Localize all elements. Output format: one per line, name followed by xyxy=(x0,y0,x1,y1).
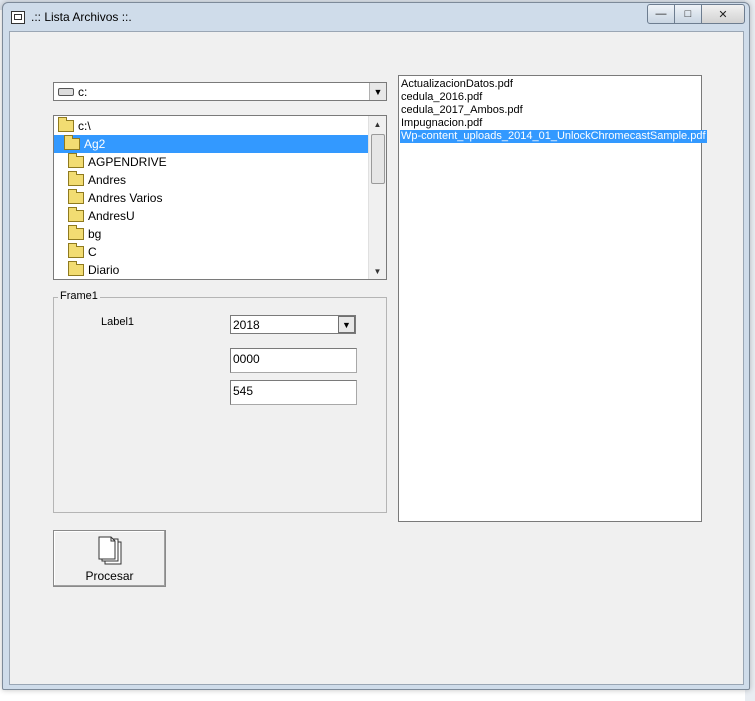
folder-icon xyxy=(68,189,84,204)
window-controls: — □ ✕ xyxy=(647,4,745,24)
folder-icon xyxy=(68,207,84,222)
dir-item-label: Ag2 xyxy=(84,137,106,151)
minimize-icon: — xyxy=(655,8,667,20)
dir-item-label: c:\ xyxy=(78,119,91,133)
drive-icon xyxy=(58,88,74,96)
file-item[interactable]: cedula_2017_Ambos.pdf xyxy=(400,104,524,117)
scroll-up-icon[interactable]: ▲ xyxy=(369,116,386,132)
dir-item-c[interactable]: C xyxy=(54,243,370,261)
drive-dropdown-button[interactable]: ▼ xyxy=(369,83,386,100)
text2-value: 545 xyxy=(233,384,254,398)
maximize-button[interactable]: □ xyxy=(674,4,702,24)
close-icon: ✕ xyxy=(718,8,728,21)
procesar-button[interactable]: Procesar xyxy=(53,530,166,587)
chevron-down-icon: ▼ xyxy=(373,86,383,97)
file-list[interactable]: ActualizacionDatos.pdf cedula_2016.pdf c… xyxy=(398,75,707,522)
app-window: .:: Lista Archivos ::. — □ ✕ c: ▼ c:\ Ag… xyxy=(2,2,750,690)
frame1-legend: Frame1 xyxy=(58,290,100,302)
procesar-button-label: Procesar xyxy=(85,569,134,583)
open-folder-icon xyxy=(58,117,74,132)
dir-item-agpendrive[interactable]: AGPENDRIVE xyxy=(54,153,370,171)
dir-item-root[interactable]: c:\ xyxy=(54,117,370,135)
maximize-icon: □ xyxy=(684,8,692,20)
dir-item-label: Diario xyxy=(88,263,120,277)
folder-icon xyxy=(68,225,84,240)
file-item-label: Impugnacion.pdf xyxy=(401,117,483,129)
text2-field[interactable]: 545 xyxy=(230,380,357,405)
form-client-area: c: ▼ c:\ Ag2 AGPENDRIVE Andres Andres Va… xyxy=(9,31,744,685)
app-icon xyxy=(11,11,25,24)
window-title: .:: Lista Archivos ::. xyxy=(31,10,132,24)
chevron-down-icon: ▼ xyxy=(342,319,351,330)
file-item[interactable]: ActualizacionDatos.pdf xyxy=(400,78,514,91)
dir-item-label: AGPENDRIVE xyxy=(88,155,167,169)
file-item-label: cedula_2016.pdf xyxy=(401,91,483,103)
label1: Label1 xyxy=(101,316,135,328)
drive-combo[interactable]: c: ▼ xyxy=(53,82,387,101)
dir-item-ag2[interactable]: Ag2 xyxy=(54,135,370,153)
documents-icon xyxy=(98,536,122,565)
folder-icon xyxy=(68,171,84,186)
text1-field[interactable]: 0000 xyxy=(230,348,357,373)
drive-combo-value: c: xyxy=(78,85,88,99)
text1-value: 0000 xyxy=(233,352,260,366)
open-folder-icon xyxy=(64,135,80,150)
file-item-label: ActualizacionDatos.pdf xyxy=(401,78,513,90)
directory-scrollbar[interactable]: ▲ ▼ xyxy=(368,116,386,279)
dir-item-diario[interactable]: Diario xyxy=(54,261,370,279)
dir-item-andres-varios[interactable]: Andres Varios xyxy=(54,189,370,207)
dir-item-label: AndresU xyxy=(88,209,135,223)
file-item-label: cedula_2017_Ambos.pdf xyxy=(401,104,523,116)
file-item-label: Wp-content_uploads_2014_01_UnlockChromec… xyxy=(401,130,706,142)
year-combo[interactable]: 2018 ▼ xyxy=(230,315,356,334)
dir-item-andresu[interactable]: AndresU xyxy=(54,207,370,225)
directory-list[interactable]: c:\ Ag2 AGPENDRIVE Andres Andres Varios … xyxy=(53,115,387,280)
dir-item-label: Andres xyxy=(88,173,127,187)
file-item[interactable]: Impugnacion.pdf xyxy=(400,117,483,130)
folder-icon xyxy=(68,153,84,168)
dir-item-label: C xyxy=(88,245,97,259)
close-button[interactable]: ✕ xyxy=(701,4,745,24)
dir-item-label: bg xyxy=(88,227,102,241)
year-combo-value: 2018 xyxy=(233,318,260,332)
file-item-selected[interactable]: Wp-content_uploads_2014_01_UnlockChromec… xyxy=(400,130,707,143)
title-bar[interactable]: .:: Lista Archivos ::. — □ ✕ xyxy=(3,3,749,31)
minimize-button[interactable]: — xyxy=(647,4,675,24)
folder-icon xyxy=(68,243,84,258)
dir-item-andres[interactable]: Andres xyxy=(54,171,370,189)
file-item[interactable]: cedula_2016.pdf xyxy=(400,91,483,104)
scroll-down-icon[interactable]: ▼ xyxy=(369,263,386,279)
year-dropdown-button[interactable]: ▼ xyxy=(338,316,355,333)
folder-icon xyxy=(68,261,84,276)
dir-item-bg[interactable]: bg xyxy=(54,225,370,243)
scrollbar-thumb[interactable] xyxy=(371,134,385,184)
dir-item-label: Andres Varios xyxy=(88,191,163,205)
